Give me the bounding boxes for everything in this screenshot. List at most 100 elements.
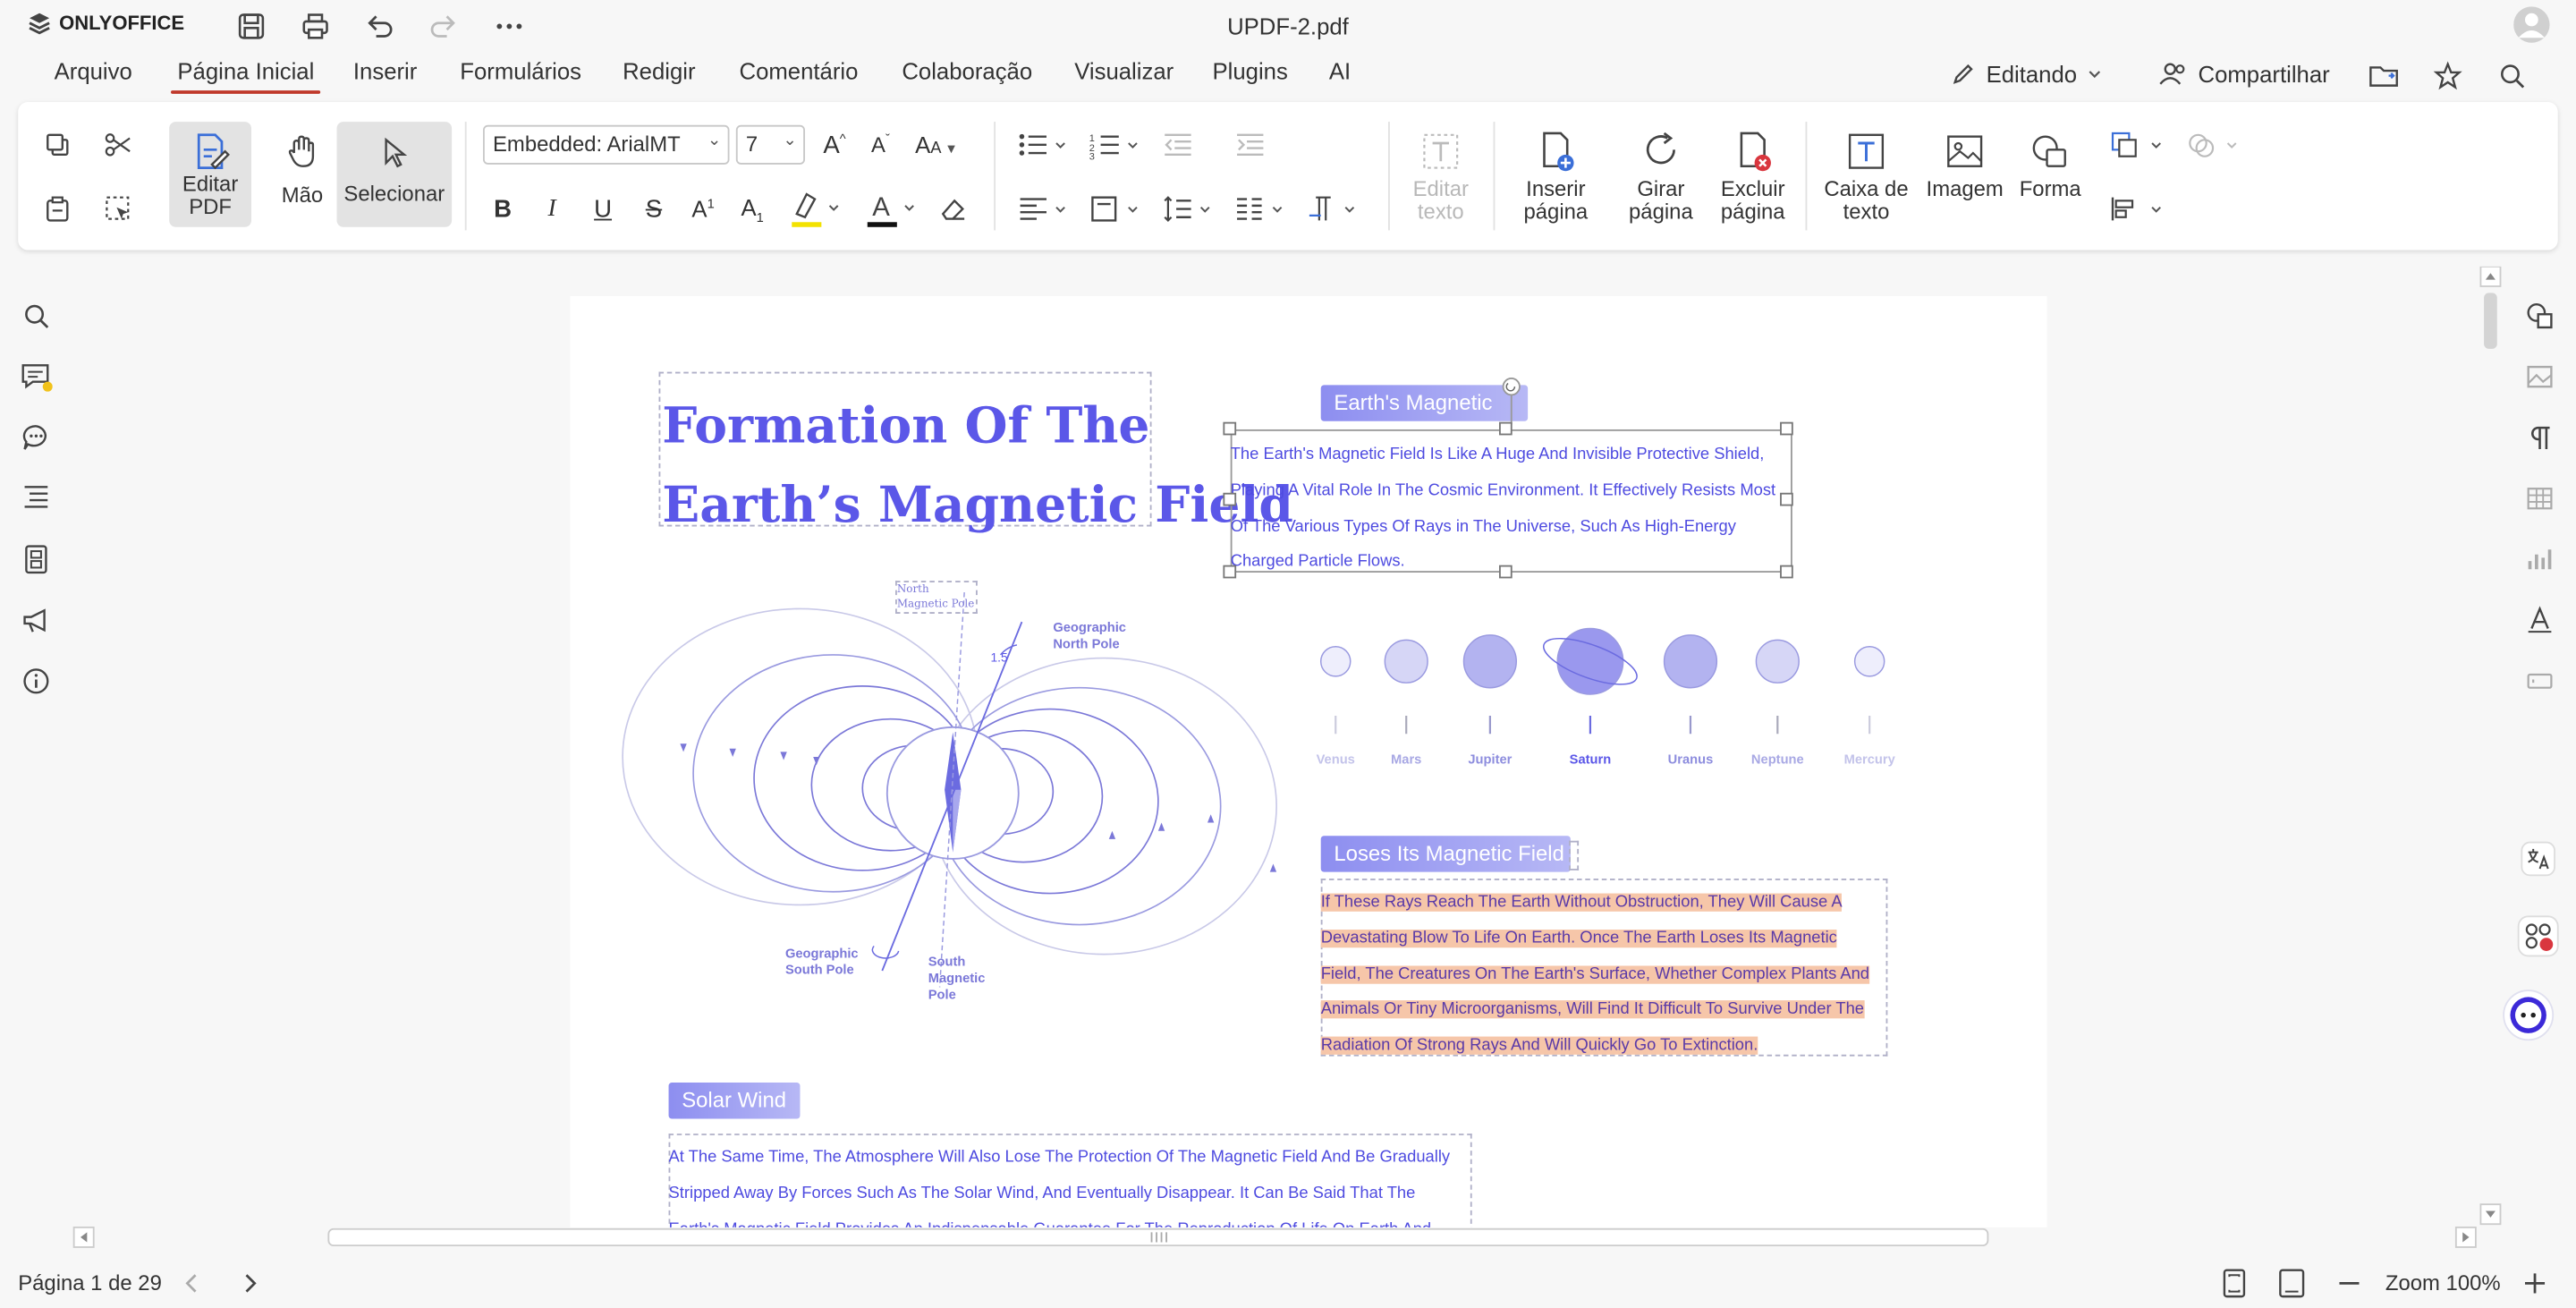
change-case-button[interactable]: AA ▼: [909, 125, 964, 165]
font-size-combo[interactable]: 7 ⌄: [735, 124, 805, 165]
comment-icon: [21, 364, 53, 392]
open-file-location-button[interactable]: [2364, 57, 2403, 93]
font-name-combo[interactable]: Embedded: ArialMT ⌄: [482, 124, 730, 165]
table-settings-button[interactable]: [2521, 480, 2557, 516]
text-box-button[interactable]: Caixa de texto: [1817, 122, 1915, 224]
sidebar-thumbnails-button[interactable]: [18, 541, 54, 577]
superscript-button[interactable]: A1: [685, 189, 721, 228]
tab-comentario[interactable]: Comentário: [740, 57, 859, 83]
italic-button[interactable]: I: [534, 189, 570, 228]
tab-pagina-inicial[interactable]: Página Inicial: [170, 57, 322, 94]
zoom-in-button[interactable]: [2519, 1267, 2552, 1300]
form-settings-button[interactable]: [2521, 663, 2557, 699]
users-icon: [2159, 63, 2185, 85]
shape-button[interactable]: Forma: [2009, 122, 2091, 200]
tab-inserir[interactable]: Inserir: [353, 57, 417, 83]
select-all-button[interactable]: [98, 189, 138, 228]
plugins-launcher-button[interactable]: [2515, 913, 2561, 959]
paragraph-line: Animals Or Tiny Microorganisms, Will Fin…: [1320, 1000, 1865, 1020]
sidebar-comments-button[interactable]: [18, 359, 54, 395]
sidebar-about-button[interactable]: [18, 663, 54, 699]
superscript-icon: A1: [691, 195, 715, 223]
delete-page-button[interactable]: Excluir página: [1710, 122, 1796, 224]
bold-button[interactable]: B: [485, 189, 521, 228]
next-page-button[interactable]: [233, 1267, 267, 1300]
edit-text-label: Editar texto: [1412, 175, 1469, 225]
image-button[interactable]: Imagem: [1924, 122, 2006, 200]
page-title[interactable]: Formation Of The Earth’s Magnetic Field: [662, 388, 1293, 547]
copy-button[interactable]: [38, 125, 77, 165]
image-settings-button[interactable]: [2521, 359, 2557, 395]
clear-formatting-button[interactable]: [933, 189, 972, 228]
decrease-indent-button[interactable]: [1158, 125, 1198, 165]
selection-handles[interactable]: [1221, 420, 1804, 584]
arrange-button[interactable]: [2107, 125, 2166, 165]
sidebar-navigation-button[interactable]: [18, 479, 54, 514]
tab-arquivo[interactable]: Arquivo: [55, 57, 132, 83]
rotate-handle-icon[interactable]: [1490, 369, 1539, 425]
zoom-out-button[interactable]: [2333, 1267, 2366, 1300]
select-tool-button[interactable]: Selecionar: [336, 122, 453, 227]
line-spacing-icon: [1164, 196, 1210, 222]
horizontal-scrollbar[interactable]: [72, 1226, 2481, 1249]
editing-mode-button[interactable]: Editando: [1950, 61, 2103, 87]
fit-width-button[interactable]: [2275, 1267, 2309, 1300]
underline-button[interactable]: U: [585, 189, 621, 228]
tab-formularios[interactable]: Formulários: [460, 57, 581, 83]
paste-icon: [47, 196, 69, 222]
tab-redigir[interactable]: Redigir: [623, 57, 695, 83]
fit-page-button[interactable]: [2218, 1267, 2251, 1300]
numbered-list-button[interactable]: 123: [1086, 125, 1145, 165]
delete-page-icon: [1740, 132, 1771, 172]
line-spacing-button[interactable]: [1158, 189, 1217, 228]
font-color-button[interactable]: A: [860, 184, 919, 234]
insert-page-button[interactable]: Inserir página: [1506, 122, 1605, 224]
align-objects-button[interactable]: [2107, 189, 2166, 228]
sidebar-search-button[interactable]: [18, 298, 54, 334]
hand-tool-button[interactable]: Mão: [277, 122, 326, 208]
zoom-level[interactable]: Zoom 100%: [2385, 1270, 2501, 1295]
chart-settings-button[interactable]: [2521, 541, 2557, 577]
increase-font-button[interactable]: A^: [817, 125, 852, 165]
apps-grid-icon: [2517, 915, 2559, 957]
group-button[interactable]: [2183, 125, 2242, 165]
loses-magnetic-field-heading[interactable]: Loses Its Magnetic Field: [1320, 836, 1571, 872]
translate-button[interactable]: [2517, 837, 2560, 880]
search-button[interactable]: [2492, 57, 2531, 93]
text-art-settings-button[interactable]: [2521, 602, 2557, 638]
paste-button[interactable]: [38, 189, 77, 228]
decrease-font-button[interactable]: Aˇ: [862, 125, 898, 165]
shape-settings-button[interactable]: [2521, 298, 2557, 334]
user-avatar[interactable]: [2513, 6, 2550, 43]
favorite-button[interactable]: [2428, 57, 2468, 93]
vertical-scrollbar[interactable]: [2479, 265, 2503, 1226]
subscript-button[interactable]: A1: [734, 189, 770, 228]
tab-plugins[interactable]: Plugins: [1212, 57, 1287, 83]
sidebar-chat-button[interactable]: [18, 420, 54, 455]
previous-page-button[interactable]: [176, 1267, 209, 1300]
tab-visualizar[interactable]: Visualizar: [1074, 57, 1174, 83]
text-direction-button[interactable]: [1303, 189, 1362, 228]
sidebar-feedback-button[interactable]: [18, 602, 54, 638]
strikethrough-button[interactable]: S: [636, 189, 672, 228]
tab-ai[interactable]: AI: [1329, 57, 1351, 83]
rotate-page-button[interactable]: Girar página: [1612, 122, 1710, 224]
highlight-color-button[interactable]: [784, 184, 843, 234]
columns-button[interactable]: [1231, 189, 1290, 228]
pdf-page[interactable]: Formation Of The Earth’s Magnetic Field: [570, 296, 2047, 1227]
paragraph-settings-button[interactable]: [2521, 420, 2557, 455]
solar-wind-paragraph[interactable]: At The Same Time, The Atmosphere Will Al…: [669, 1140, 1482, 1227]
edit-text-button[interactable]: Editar texto: [1400, 122, 1482, 224]
tab-colaboracao[interactable]: Colaboração: [902, 57, 1032, 83]
loses-magnetic-field-paragraph[interactable]: If These Rays Reach The Earth Without Ob…: [1320, 885, 1896, 1064]
increase-indent-button[interactable]: [1231, 125, 1270, 165]
solar-wind-heading[interactable]: Solar Wind: [668, 1083, 801, 1119]
page-indicator[interactable]: Página 1 de 29: [18, 1270, 162, 1295]
share-button[interactable]: Compartilhar: [2158, 61, 2330, 87]
align-left-button[interactable]: [1013, 189, 1072, 228]
ai-assistant-button[interactable]: [2502, 989, 2555, 1041]
cut-button[interactable]: [98, 125, 138, 165]
vertical-align-button[interactable]: [1086, 189, 1145, 228]
edit-pdf-button[interactable]: Editar PDF: [169, 122, 252, 227]
bullet-list-button[interactable]: [1013, 125, 1072, 165]
